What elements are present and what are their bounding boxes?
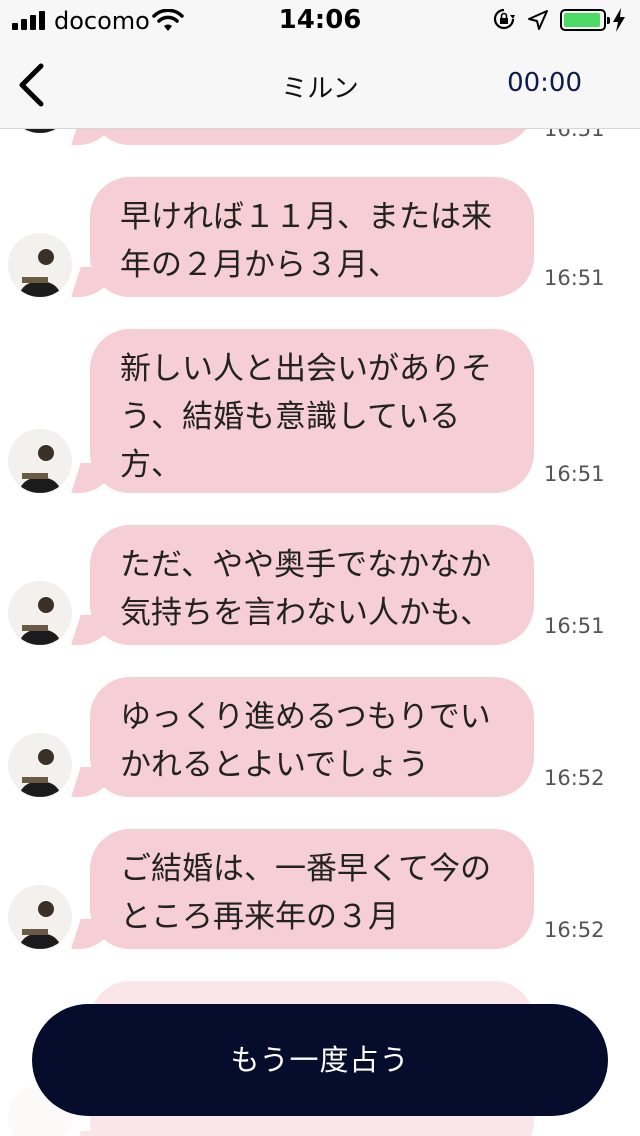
back-chevron-icon[interactable]: [14, 62, 48, 108]
navigation-bar: ミルン 00:00: [0, 40, 640, 129]
carrier-name: docomo: [54, 7, 150, 35]
status-bar: docomo 14:06: [0, 0, 640, 40]
message-bubble: ゆっくり進めるつもりでいかれるとよいでしょう: [90, 677, 534, 797]
message-bubble: ただ、やや奥手でなかなか気持ちを言わない人かも、: [90, 525, 534, 645]
message-bubble: [90, 129, 534, 145]
message-time: 16:52: [544, 918, 605, 942]
battery-icon: [560, 9, 610, 31]
avatar: [8, 733, 72, 797]
retry-fortune-button[interactable]: もう一度占う: [32, 1004, 608, 1116]
location-arrow-icon: [528, 10, 548, 30]
wifi-icon: [152, 9, 184, 31]
orientation-lock-icon: [493, 8, 515, 30]
message-time: 16:52: [544, 766, 605, 790]
session-timer: 00:00: [507, 68, 582, 98]
message-bubble: ご結婚は、一番早くて今のところ再来年の３月: [90, 829, 534, 949]
message-time: 16:51: [544, 614, 605, 638]
avatar: [8, 429, 72, 493]
avatar: [8, 581, 72, 645]
avatar: [8, 233, 72, 297]
message-time: 16:51: [544, 266, 605, 290]
message-time: 16:51: [544, 129, 605, 141]
avatar: [8, 129, 72, 133]
message-time: 16:51: [544, 462, 605, 486]
charging-bolt-icon: [613, 8, 625, 32]
signal-strength-icon: [12, 10, 48, 30]
chat-thread[interactable]: 16:51 早ければ１１月、または来年の２月から３月、 16:51 新しい人と出…: [0, 129, 640, 1136]
message-bubble: 新しい人と出会いがありそう、結婚も意識している方、: [90, 329, 534, 493]
avatar: [8, 885, 72, 949]
message-bubble: 早ければ１１月、または来年の２月から３月、: [90, 177, 534, 297]
